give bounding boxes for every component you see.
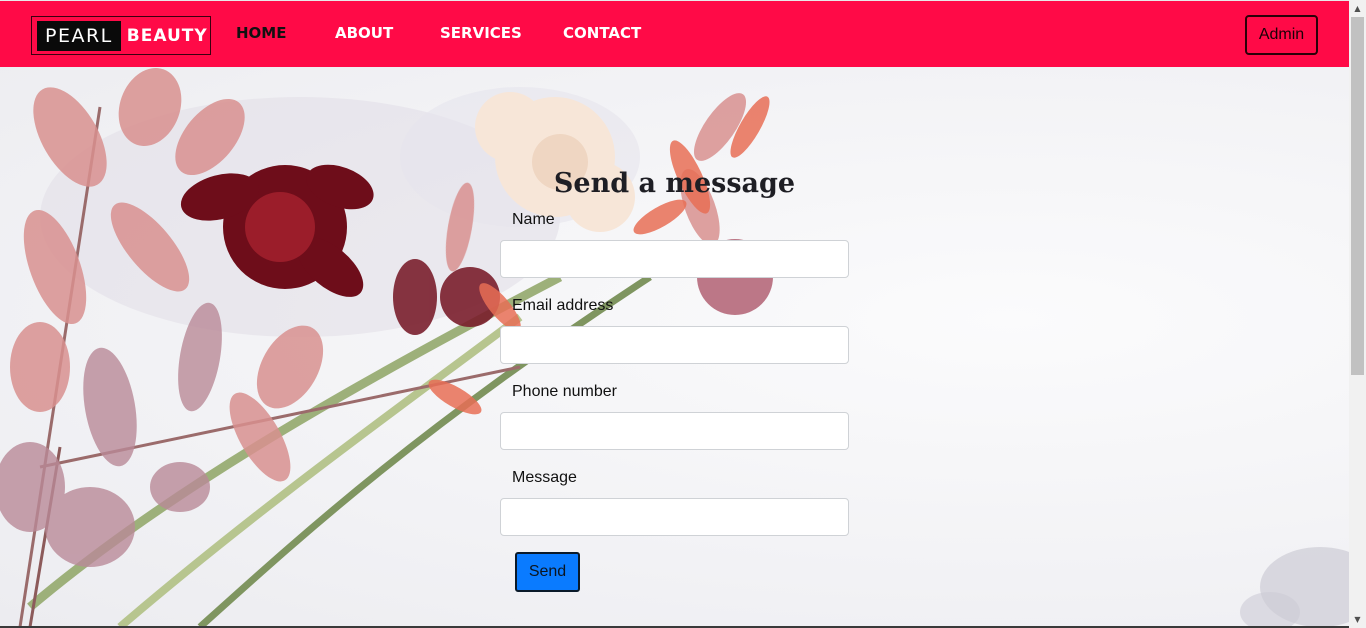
nav-link-services[interactable]: SERVICES — [440, 24, 522, 42]
name-input[interactable] — [500, 240, 849, 278]
form-title: Send a message — [553, 168, 796, 199]
nav-link-home[interactable]: HOME — [236, 24, 286, 42]
admin-button[interactable]: Admin — [1245, 15, 1318, 55]
logo-pearl-text: PEARL — [37, 20, 121, 51]
vertical-scrollbar[interactable]: ▲ ▼ — [1349, 0, 1366, 628]
brand-logo[interactable]: PEARL BEAUTY — [31, 16, 211, 55]
phone-input[interactable] — [500, 412, 849, 450]
logo-beauty-text: BEAUTY — [126, 25, 208, 46]
navbar: PEARL BEAUTY HOME ABOUT SERVICES CONTACT… — [0, 0, 1349, 67]
phone-label: Phone number — [512, 383, 617, 400]
nav-link-about[interactable]: ABOUT — [335, 24, 393, 42]
scroll-down-arrow-icon[interactable]: ▼ — [1349, 611, 1366, 628]
message-input[interactable] — [500, 498, 849, 536]
scroll-up-arrow-icon[interactable]: ▲ — [1349, 0, 1366, 17]
name-label: Name — [512, 211, 555, 228]
email-label: Email address — [512, 297, 614, 314]
nav-link-contact[interactable]: CONTACT — [563, 24, 641, 42]
message-label: Message — [512, 469, 577, 486]
email-input[interactable] — [500, 326, 849, 364]
scrollbar-thumb[interactable] — [1351, 17, 1364, 375]
send-button[interactable]: Send — [515, 552, 580, 592]
